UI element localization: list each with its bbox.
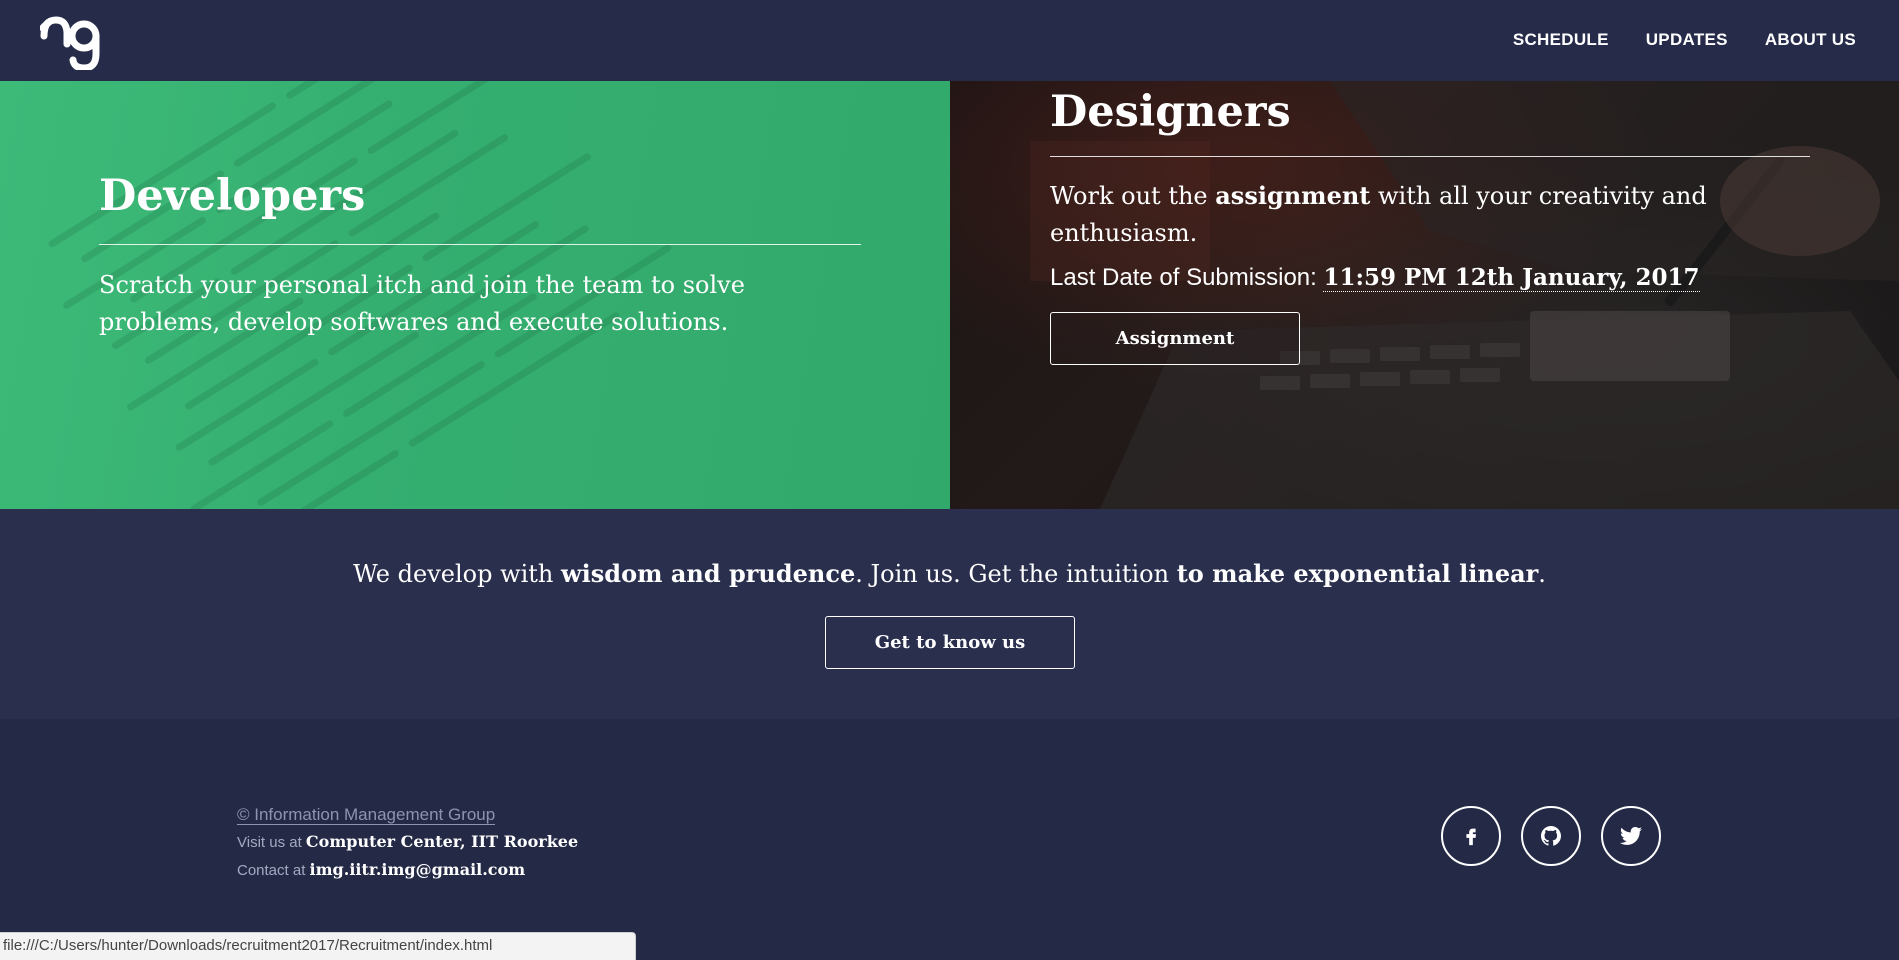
designers-panel: Designers Work out the assignment with a… [950, 81, 1899, 509]
about-section: We develop with wisdom and prudence. Joi… [0, 509, 1899, 719]
developers-description: Scratch your personal itch and join the … [99, 271, 745, 337]
visit-line: Visit us at Computer Center, IIT Roorkee [237, 832, 579, 851]
github-icon[interactable] [1521, 806, 1581, 866]
contact-line: Contact at img.iitr.img@gmail.com [237, 860, 526, 879]
get-to-know-us-button[interactable]: Get to know us [825, 616, 1075, 669]
hero-section: Developers Scratch your personal itch an… [0, 81, 1899, 509]
top-navbar: SCHEDULE UPDATES ABOUT US [0, 0, 1899, 81]
copyright-link[interactable]: © Information Management Group [237, 805, 496, 825]
nav-updates[interactable]: UPDATES [1646, 30, 1728, 50]
nav-schedule[interactable]: SCHEDULE [1513, 30, 1609, 50]
developers-divider [99, 244, 861, 246]
twitter-icon[interactable] [1601, 806, 1661, 866]
contact-email[interactable]: img.iitr.img@gmail.com [310, 860, 526, 879]
tagline: We develop with wisdom and prudence. Joi… [353, 559, 1546, 588]
facebook-icon[interactable] [1441, 806, 1501, 866]
deadline-label: Last Date of Submission: [1050, 264, 1324, 292]
img-logo-icon[interactable] [40, 14, 110, 70]
submission-deadline: Last Date of Submission: 11:59 PM 12th J… [1050, 264, 1810, 293]
deadline-value: 11:59 PM 12th January, 2017 [1323, 264, 1700, 293]
developers-title: Developers [99, 171, 366, 221]
designers-description: Work out the assignment with all your cr… [1050, 181, 1707, 248]
assignment-button[interactable]: Assignment [1050, 312, 1300, 366]
developers-panel: Developers Scratch your personal itch an… [0, 81, 950, 509]
designers-title: Designers [1050, 87, 1291, 137]
designers-divider [1050, 156, 1810, 158]
nav-about-us[interactable]: ABOUT US [1765, 30, 1856, 50]
browser-status-bar: file:///C:/Users/hunter/Downloads/recrui… [0, 932, 636, 960]
footer: © Information Management Group Visit us … [0, 719, 1899, 960]
address: Computer Center, IIT Roorkee [305, 832, 579, 851]
